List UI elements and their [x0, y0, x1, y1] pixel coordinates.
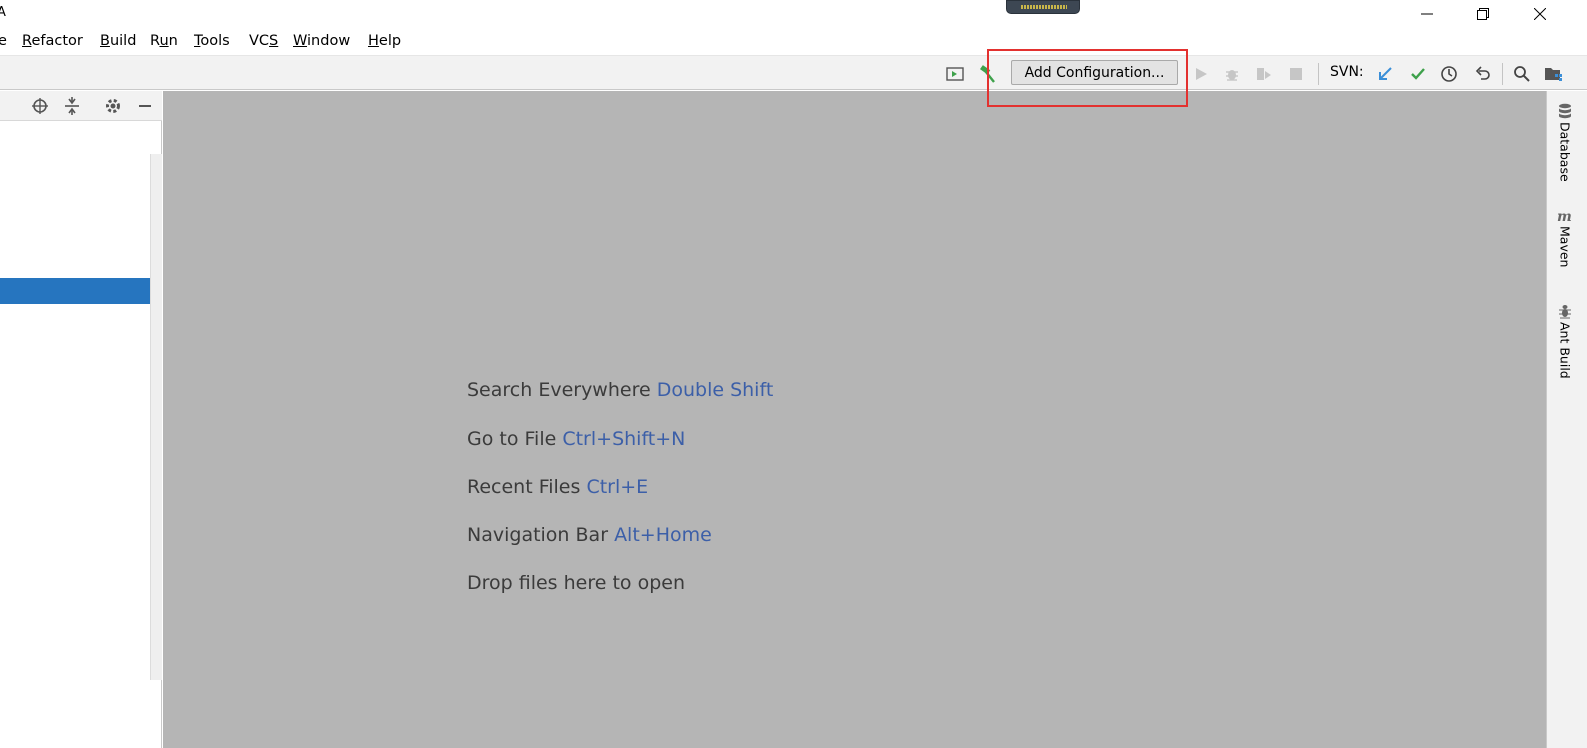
ant-build-tool-label: Ant Build	[1557, 322, 1573, 379]
hint-drop-files: Drop files here to open	[467, 572, 686, 594]
svn-commit-icon[interactable]	[1407, 63, 1429, 85]
menu-vcs[interactable]: VCS	[249, 33, 278, 49]
build-hammer-icon[interactable]	[977, 63, 999, 85]
menu-run[interactable]: Run	[150, 33, 178, 49]
add-configuration-button[interactable]: Add Configuration...	[1011, 60, 1178, 85]
svn-label: SVN:	[1330, 64, 1364, 80]
hint-recent-files: Recent Files Ctrl+E	[467, 476, 649, 498]
hint-navigation-bar: Navigation Bar Alt+Home	[467, 524, 712, 546]
run-icon[interactable]	[1190, 63, 1212, 85]
menu-bar: e Refactor Build Run Tools VCS Window He…	[0, 28, 1587, 56]
title-bar-widget	[1006, 0, 1080, 14]
main-toolbar: Add Configuration... SVN:	[0, 56, 1587, 90]
ant-build-tool-button[interactable]: Ant Build	[1552, 303, 1578, 379]
close-icon	[1534, 8, 1546, 20]
menu-tools[interactable]: Tools	[194, 33, 230, 49]
restore-icon	[1477, 8, 1489, 20]
minimize-icon	[1421, 13, 1433, 15]
minimize-button[interactable]	[1404, 0, 1450, 28]
gear-icon[interactable]	[103, 96, 123, 116]
stop-icon[interactable]	[1285, 63, 1307, 85]
hint-search-everywhere: Search Everywhere Double Shift	[467, 379, 774, 401]
menu-build[interactable]: Build	[100, 33, 136, 49]
ant-icon	[1559, 305, 1571, 319]
menu-window[interactable]: Window	[293, 33, 350, 49]
svg-text:m: m	[1557, 209, 1572, 223]
svn-rollback-icon[interactable]	[1472, 63, 1494, 85]
window-title: A	[0, 5, 6, 20]
project-structure-icon[interactable]	[1543, 63, 1565, 85]
menu-refactor[interactable]: Refactor	[22, 33, 83, 49]
maven-tool-label: Maven	[1557, 226, 1573, 268]
svn-update-icon[interactable]	[1374, 63, 1396, 85]
title-bar: A	[0, 0, 1587, 28]
run-console-icon[interactable]	[944, 63, 966, 85]
toolbar-separator	[1502, 63, 1503, 85]
menu-file-partial[interactable]: e	[0, 33, 7, 49]
project-tree-selected-row[interactable]	[0, 278, 162, 304]
database-icon	[1559, 103, 1571, 119]
coverage-icon[interactable]	[1253, 63, 1275, 85]
hide-panel-icon[interactable]	[135, 96, 155, 116]
editor-empty-area[interactable]: Search Everywhere Double Shift Go to Fil…	[163, 91, 1546, 748]
debug-icon[interactable]	[1221, 63, 1243, 85]
hint-go-to-file: Go to File Ctrl+Shift+N	[467, 428, 686, 450]
project-panel-header	[0, 91, 162, 121]
close-button[interactable]	[1517, 0, 1563, 28]
maven-icon: m	[1557, 209, 1572, 223]
toolbar-separator	[1318, 63, 1319, 85]
database-tool-button[interactable]: Database	[1552, 103, 1578, 182]
svn-history-icon[interactable]	[1438, 63, 1460, 85]
maven-tool-button[interactable]: m Maven	[1552, 209, 1578, 267]
project-panel	[0, 91, 162, 748]
search-icon[interactable]	[1511, 63, 1533, 85]
database-tool-label: Database	[1557, 122, 1573, 182]
menu-help[interactable]: Help	[368, 33, 401, 49]
project-panel-scrollbar[interactable]	[150, 154, 162, 680]
collapse-all-icon[interactable]	[62, 96, 82, 116]
right-tool-strip: Database m Maven Ant Build	[1546, 91, 1587, 748]
restore-button[interactable]	[1460, 0, 1506, 28]
locate-file-icon[interactable]	[30, 96, 50, 116]
